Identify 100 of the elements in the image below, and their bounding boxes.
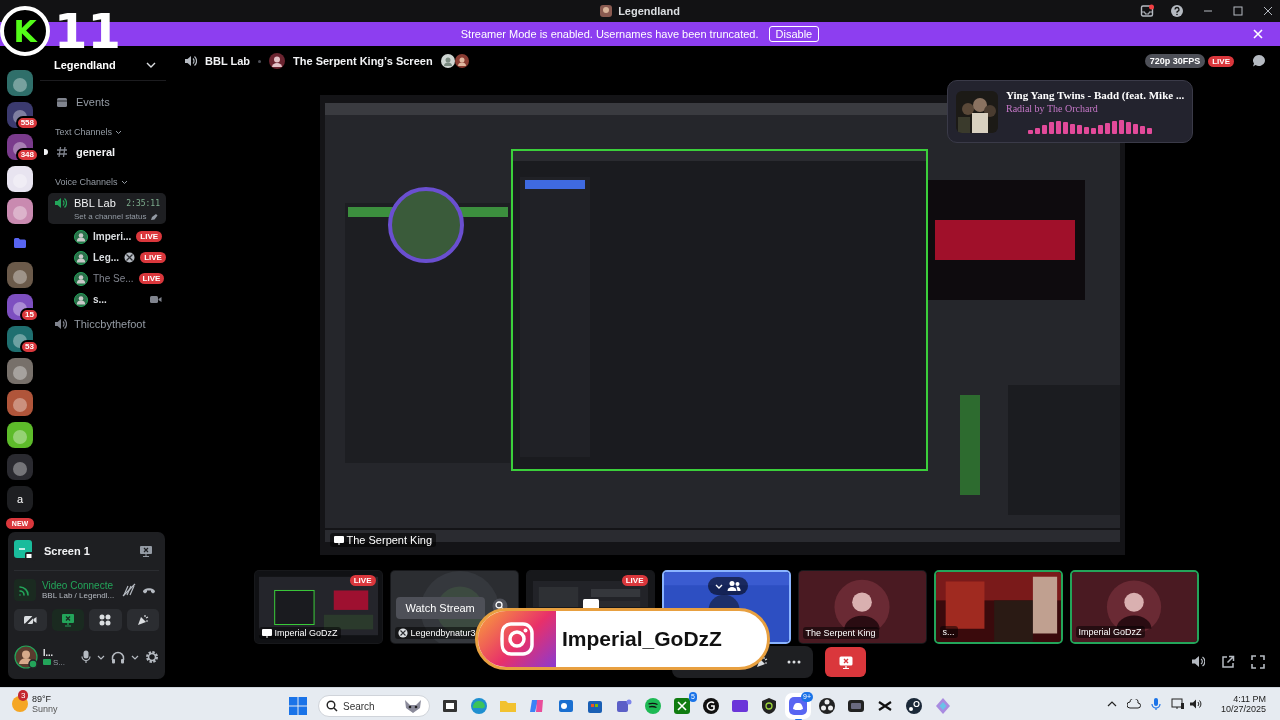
participant-name: The Serpent King [805, 628, 876, 638]
cat-icon [402, 698, 424, 714]
steam-icon[interactable] [905, 697, 923, 715]
category-label[interactable]: Voice Channels [55, 177, 118, 187]
participants-button[interactable] [707, 577, 748, 595]
cloud-icon[interactable] [1126, 699, 1141, 709]
clock-date[interactable]: 10/27/2025 [1220, 704, 1266, 714]
disable-button[interactable]: Disable [768, 26, 820, 42]
screen-app-icon[interactable] [847, 697, 865, 715]
shield-icon[interactable] [760, 697, 778, 715]
member-name[interactable]: Leg... [93, 252, 120, 263]
app-icon[interactable] [731, 697, 749, 715]
channel-name[interactable]: general [76, 146, 116, 158]
clock-time[interactable]: 4:11 PM [1233, 694, 1266, 704]
video-tile[interactable]: LIVE Imperial GoDzZ [253, 570, 383, 644]
server-icon[interactable] [7, 422, 33, 448]
screen-icon [333, 535, 344, 545]
server-icon[interactable] [7, 70, 33, 96]
stop-stream-icon[interactable] [139, 545, 153, 557]
avatar-icon [74, 229, 88, 244]
close-icon[interactable] [1262, 5, 1274, 17]
camera-off-button[interactable] [14, 609, 47, 631]
chevron-down-icon [714, 583, 723, 589]
chevron-down-icon[interactable] [115, 129, 123, 135]
channel-name[interactable]: BBL Lab [205, 55, 251, 67]
disconnect-icon[interactable] [142, 585, 156, 595]
signal-icon [14, 579, 36, 601]
mail-icon[interactable] [557, 697, 575, 715]
xbox-icon [397, 628, 408, 638]
pencil-icon[interactable] [149, 212, 158, 221]
video-tile[interactable]: Imperial GoDzZ [1069, 570, 1199, 644]
connection-status[interactable]: Video Connecte [42, 580, 116, 591]
video-tile[interactable]: The Serpent King [797, 570, 927, 644]
chevron-down-icon[interactable] [97, 654, 105, 660]
video-tile[interactable]: s... [933, 570, 1063, 644]
server-icon[interactable] [7, 166, 33, 192]
channel-location[interactable]: BBL Lab / Legendl... [42, 591, 116, 600]
participant-name: s... [942, 627, 955, 637]
chevron-down-icon[interactable] [120, 179, 128, 185]
category-label[interactable]: Text Channels [55, 127, 113, 137]
maximize-icon[interactable] [1232, 5, 1244, 17]
server-icon[interactable] [7, 390, 33, 416]
user-name[interactable]: l... [43, 647, 65, 658]
chat-icon[interactable] [1252, 54, 1266, 68]
inbox-icon[interactable] [1140, 4, 1154, 18]
chevron-down-icon[interactable] [131, 654, 139, 660]
settings-icon[interactable] [145, 650, 159, 664]
g-logo-icon[interactable] [702, 697, 720, 715]
microphone-icon[interactable] [81, 650, 91, 664]
chevron-up-icon[interactable] [1106, 701, 1117, 707]
people-icon [726, 580, 741, 592]
obs-icon[interactable] [818, 697, 836, 715]
avatar-icon [269, 53, 286, 69]
search-icon [326, 700, 338, 712]
member-name[interactable]: s... [93, 294, 107, 305]
xbox-icon[interactable] [673, 697, 691, 715]
member-name[interactable]: The Se... [93, 273, 134, 284]
grid-icon [98, 613, 113, 627]
headphones-icon[interactable] [111, 650, 125, 664]
fullscreen-icon[interactable] [1251, 655, 1265, 669]
teams-icon[interactable] [615, 697, 633, 715]
noise-suppression-icon[interactable] [122, 583, 136, 597]
events-link[interactable]: Events [76, 96, 110, 108]
screen-share-button[interactable] [51, 609, 84, 631]
calendar-icon [56, 96, 68, 108]
microphone-icon[interactable] [1150, 697, 1161, 711]
pop-out-icon[interactable] [1221, 655, 1235, 669]
song-artist: Radial by The Orchard [1006, 103, 1099, 114]
search-field[interactable]: Search [318, 695, 430, 717]
watch-stream-button[interactable]: Watch Stream [395, 597, 485, 619]
browser-icon[interactable] [470, 697, 488, 715]
speaker-icon [184, 55, 197, 67]
task-view-icon[interactable] [441, 697, 459, 715]
unread-badge: 15 [20, 308, 39, 322]
avatar-icon[interactable] [14, 645, 38, 669]
voice-channel[interactable]: BBL Lab 2:35:11 Set a channel status [48, 193, 166, 224]
network-icon[interactable] [1170, 698, 1185, 710]
avatar-icon [74, 271, 88, 286]
channel-name[interactable]: Thiccbythefoot [74, 318, 146, 330]
member-name[interactable]: Imperi... [93, 231, 132, 242]
stop-stream-button[interactable] [825, 647, 866, 677]
discord-icon[interactable] [789, 697, 807, 715]
music-app-icon[interactable] [644, 697, 662, 715]
more-icon[interactable] [787, 660, 801, 664]
volume-icon[interactable] [1191, 655, 1205, 668]
server-icon[interactable] [7, 358, 33, 384]
status-text[interactable]: Set a channel status [74, 212, 147, 221]
help-icon[interactable] [1170, 4, 1184, 18]
avatar-icon [74, 250, 88, 265]
copilot-icon[interactable] [528, 697, 546, 715]
folder-icon[interactable] [14, 238, 26, 248]
server-name[interactable]: Legendland [54, 59, 116, 71]
server-icon[interactable] [7, 262, 33, 288]
volume-icon[interactable] [1188, 698, 1203, 710]
server-icon[interactable] [7, 198, 33, 224]
windows-start-icon[interactable] [289, 697, 307, 715]
activities-button[interactable] [89, 609, 122, 631]
server-icon[interactable]: a [7, 486, 33, 512]
streamer-name: The Serpent King [346, 534, 433, 546]
soundboard-button[interactable] [126, 609, 159, 631]
